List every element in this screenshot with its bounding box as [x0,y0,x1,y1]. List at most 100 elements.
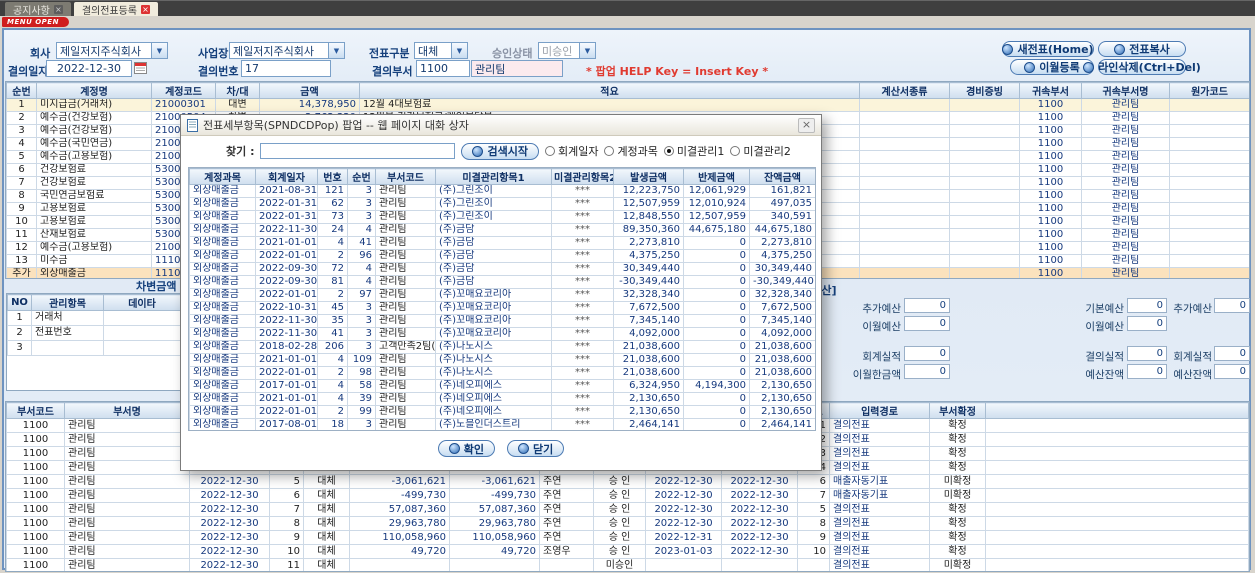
table-row[interactable]: 외상매출금 2017-01-01 4 58 관리팀 (주)네오피에스 *** 6,324,95… [189,379,815,393]
close-button[interactable]: 닫기 [507,440,565,457]
cell [1169,98,1249,112]
cell: (주)꼬매요코리아 [435,314,552,328]
table-row[interactable]: 외상매출금 2022-11-30 41 3 관리팀 (주)꼬매요코리아 *** 4,092,0… [189,327,815,341]
table-row[interactable]: 외상매출금 2022-01-01 2 99 관리팀 (주)네오피에스 *** 2,130,65… [189,405,815,419]
cell: (주)금담 [435,262,552,276]
resolution-dept-label: 결의부서 [372,65,413,78]
table-row[interactable]: 1 거래처 [7,310,181,326]
cell [1169,137,1249,151]
chevron-down-icon[interactable]: ▼ [151,43,167,58]
slip-type-select[interactable]: 대체 ▼ [414,42,468,59]
table-row[interactable]: 외상매출금 2022-01-01 2 96 관리팀 (주)금담 *** 4,375,250 0 4… [189,249,815,263]
cell: 2022-01-01 [255,405,318,419]
table-row[interactable]: 외상매출금 2021-08-31 121 3 관리팀 (주)그린조이 *** 12,223,7… [189,184,815,198]
cell: *** [551,379,614,393]
carryover-register-button[interactable]: 이월등록 [1010,59,1094,75]
table-row[interactable]: 외상매출금 2022-11-30 24 4 관리팀 (주)금담 *** 89,350,360 4… [189,223,815,237]
table-row[interactable]: 외상매출금 2021-01-01 4 41 관리팀 (주)금담 *** 2,273,810 0 2… [189,236,815,250]
table-row[interactable]: 1100 관리팀 2022-12-30 6 대체 -499,730 -499,730 주연 승 … [6,488,1249,503]
cell: 1100 [6,558,65,571]
table-row[interactable]: 외상매출금 2022-10-31 45 3 관리팀 (주)꼬매요코리아 *** 7,672,5… [189,301,815,315]
dept-name-input[interactable] [471,60,563,77]
tab-label: 공지사항 [13,5,50,17]
column-header: 계정과목 [189,168,256,185]
table-row[interactable]: 외상매출금 2022-01-01 2 97 관리팀 (주)꼬매요코리아 *** 32,328,… [189,288,815,302]
resolution-no-input[interactable] [241,60,331,77]
company-select[interactable]: 제일저지주식회사 ▼ [56,42,168,59]
ok-button[interactable]: 확인 [437,440,495,457]
radio-icon [730,146,741,156]
radio-accounting-date[interactable]: 회계일자 [544,143,598,159]
dept-code-input[interactable] [416,60,470,77]
radio-open-mgmt1[interactable]: 미결관리1 [663,143,725,159]
cell: 1100 [1019,98,1082,112]
table-row[interactable]: 외상매출금 2021-01-01 4 109 관리팀 (주)나노시스 *** 21,038,6… [189,353,815,367]
line-delete-button[interactable]: 라인삭제(Ctrl+Del) [1083,59,1201,75]
chevron-down-icon[interactable]: ▼ [328,43,344,58]
table-row[interactable]: 1100 관리팀 2022-12-30 10 대체 49,720 49,720 조영우 승 인2… [6,544,1249,559]
table-row[interactable]: 3 [7,340,181,356]
table-row[interactable]: 외상매출금 2022-01-31 73 3 관리팀 (주)그린조이 *** 12,848,55… [189,210,815,224]
table-row[interactable]: 외상매출금 2022-01-31 62 3 관리팀 (주)그린조이 *** 12,507,95… [189,197,815,211]
table-row[interactable]: 외상매출금 2017-08-01 18 3 관리팀 (주)노블인더스트리 *** 2,464,… [189,418,815,430]
button-icon [1002,43,1014,55]
cell: 6 [6,163,37,177]
chevron-down-icon[interactable]: ▼ [451,43,467,58]
tab-notice[interactable]: 공지사항 × [5,2,71,17]
menu-open-button[interactable]: MENU OPEN [2,17,69,27]
column-header: 차/대 [215,82,260,99]
radio-open-mgmt2[interactable]: 미결관리2 [730,143,791,159]
button-label: 라인삭제(Ctrl+Del) [1098,61,1201,74]
approval-status-select[interactable]: 미승인 ▼ [538,42,596,59]
cell: 4 [317,379,348,393]
table-row[interactable]: 1100 관리팀 2022-12-30 11 대체 미승인 결의전표 미확정 [6,558,1249,571]
find-input[interactable] [260,143,456,159]
cell: 대체 [303,502,350,517]
cell: 62 [317,197,348,211]
copy-voucher-button[interactable]: 전표복사 [1098,41,1186,57]
resolution-date-input[interactable] [46,60,132,77]
table-row[interactable]: 외상매출금 2021-01-01 4 39 관리팀 (주)네오피에스 *** 2,130,65… [189,392,815,406]
table-row[interactable]: 외상매출금 2022-09-30 81 4 관리팀 (주)금담 *** -30,349,440… [189,275,815,289]
cell: 110,058,960 [349,530,450,545]
table-row[interactable]: 1100 관리팀 2022-12-30 5 대체 -3,061,621 -3,061,621… [6,474,1249,489]
table-row[interactable]: 외상매출금 2022-11-30 35 3 관리팀 (주)꼬매요코리아 *** 7,345,1… [189,314,815,328]
site-label: 사업장 [198,47,229,60]
chevron-down-icon[interactable]: ▼ [579,43,595,58]
table-row[interactable]: 외상매출금 2018-02-28 206 3 고객만족2팀(JJ (주)나노시스 *** 21… [189,340,815,354]
table-row[interactable]: 1100 관리팀 2022-12-30 7 대체 57,087,360 57,087,360… [6,502,1249,517]
cell [1169,163,1249,177]
tab-voucher-register[interactable]: 결의전표등록 × [73,2,159,17]
cell [1169,215,1249,229]
cell: 2022-01-01 [255,288,318,302]
cell: 1100 [1019,137,1082,151]
cell: 확정 [929,446,986,461]
calendar-icon[interactable] [134,61,147,74]
cell: 2022-12-30 [721,474,798,489]
table-row[interactable]: 1100 관리팀 2022-12-30 8 대체 29,963,780 29,963,780… [6,516,1249,531]
cell: 외상매출금 [189,197,256,211]
radio-account-title[interactable]: 계정과목 [604,143,658,159]
cell: 관리팀 [1081,111,1170,125]
cell [949,189,1020,203]
cell: (주)그린조이 [435,210,552,224]
radio-label: 미결관리1 [676,145,725,158]
popup-title: 전표세부항목(SPNDCDPop) 팝업 -- 웹 페이지 대화 상자 [203,119,469,132]
close-icon[interactable]: × [141,4,151,14]
table-row[interactable]: 외상매출금 2022-09-30 72 4 관리팀 (주)금담 *** 30,349,440 0… [189,262,815,276]
cell [859,176,950,190]
site-select[interactable]: 제일저지주식회사 ▼ [229,42,345,59]
table-row[interactable]: 2 전표번호 [7,325,181,341]
close-icon[interactable]: × [53,4,63,14]
search-start-button[interactable]: 검색시작 [461,142,539,160]
cell: 49,720 [449,544,540,559]
table-row[interactable]: 외상매출금 2022-01-01 2 98 관리팀 (주)나노시스 *** 21,038,60… [189,366,815,380]
cell: 8 [269,516,304,531]
close-icon[interactable]: × [798,117,815,133]
new-voucher-button[interactable]: 새전표(Home) [1002,41,1094,57]
cell [949,163,1020,177]
cell: *** [551,223,614,237]
cell: 3 [347,197,376,211]
table-row[interactable]: 1 미지급금(거래처) 21000301 대변 14,378,950 12월 4대보험료 1… [6,98,1249,112]
table-row[interactable]: 1100 관리팀 2022-12-30 9 대체 110,058,960 110,058,9… [6,530,1249,545]
